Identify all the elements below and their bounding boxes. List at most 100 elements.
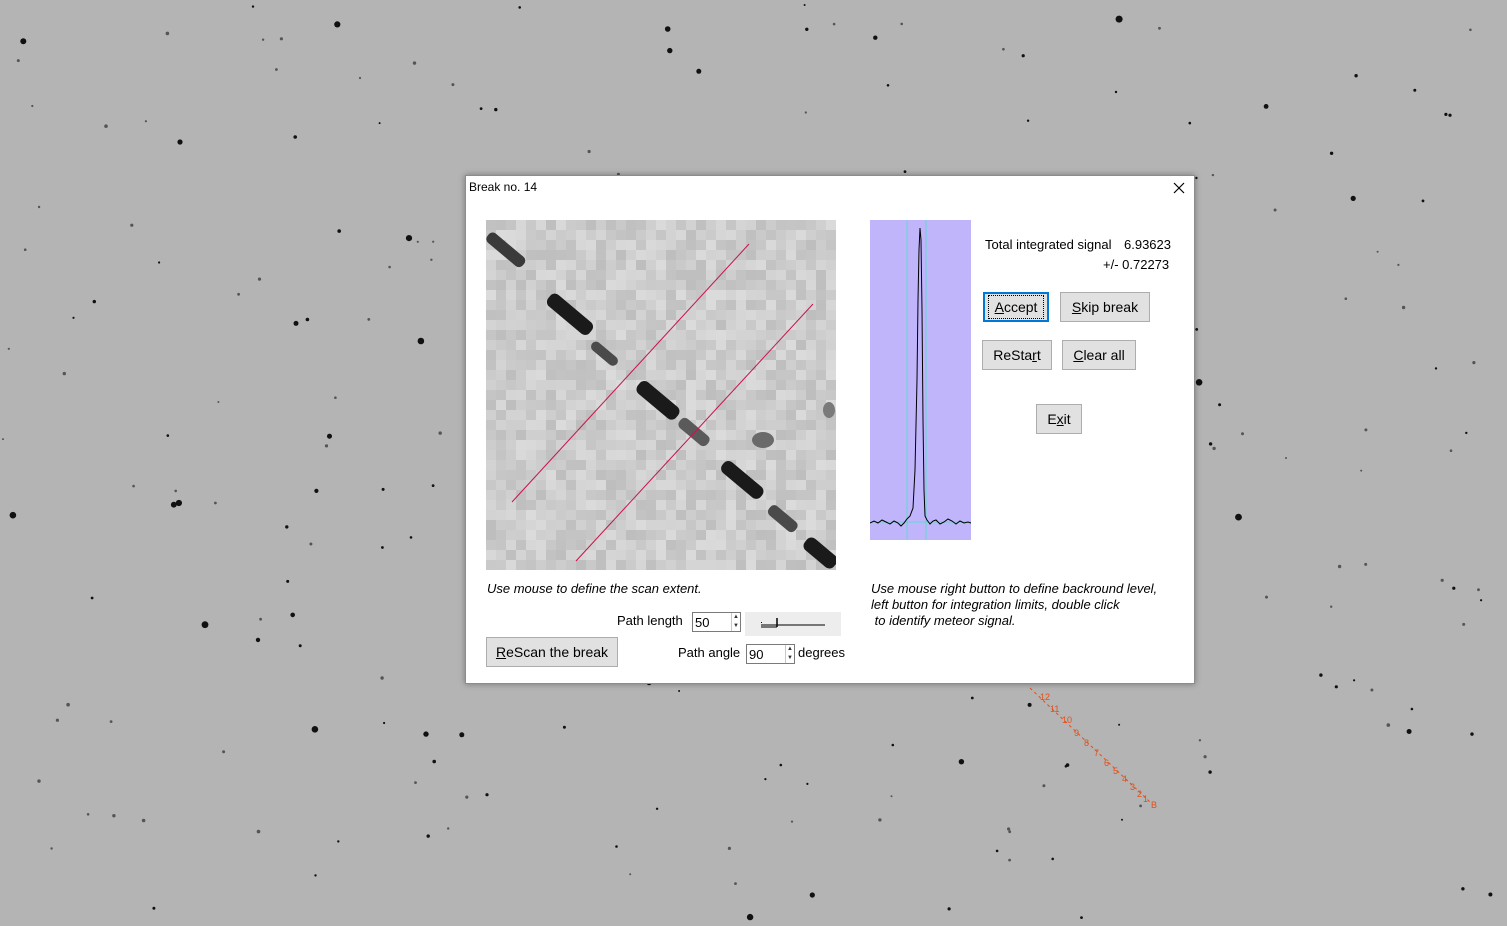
star <box>1212 446 1216 451</box>
star <box>1444 112 1448 116</box>
star <box>1344 297 1348 301</box>
star <box>286 579 290 583</box>
star <box>734 882 737 885</box>
star <box>298 644 302 648</box>
star <box>293 320 299 326</box>
star <box>1114 90 1118 94</box>
skip-break-button[interactable]: Skip break <box>1060 292 1150 322</box>
star <box>337 229 342 233</box>
star <box>494 107 498 112</box>
profile-hint-line-1: Use mouse right button to define backrou… <box>871 581 1158 596</box>
path-angle-label: Path angle <box>678 645 741 660</box>
track-label: 8 <box>1084 738 1089 748</box>
star <box>779 763 783 767</box>
star <box>459 732 465 738</box>
path-angle-spinner[interactable]: ▲ ▼ <box>746 644 795 664</box>
star <box>158 261 161 264</box>
signal-profile-canvas[interactable] <box>870 220 971 540</box>
star <box>112 814 116 818</box>
scan-hint-text: Use mouse to define the scan extent. <box>487 581 702 596</box>
exit-button[interactable]: Exit <box>1036 404 1082 434</box>
star <box>1008 858 1011 862</box>
scan-image[interactable] <box>486 220 836 570</box>
path-angle-input[interactable] <box>747 645 785 663</box>
star <box>251 5 255 8</box>
star <box>1413 88 1417 92</box>
spin-up-icon[interactable]: ▲ <box>786 645 794 654</box>
star <box>1410 707 1414 711</box>
star <box>947 907 951 911</box>
star <box>285 525 289 529</box>
star <box>805 27 809 31</box>
star <box>92 299 97 304</box>
spin-up-icon[interactable]: ▲ <box>732 613 740 622</box>
star <box>90 596 94 600</box>
star <box>1026 119 1030 122</box>
rescan-break-button[interactable]: ReScan the break <box>486 637 618 667</box>
star <box>518 6 521 9</box>
signal-error-value: +/- 0.72273 <box>1103 257 1170 272</box>
path-length-label: Path length <box>617 613 683 628</box>
star <box>109 720 113 723</box>
star <box>886 84 890 87</box>
signal-profile-plot[interactable] <box>870 220 971 540</box>
star <box>1360 469 1363 472</box>
path-length-slider[interactable] <box>745 612 841 636</box>
star <box>764 778 767 781</box>
scan-image-canvas[interactable] <box>486 220 836 570</box>
clear-all-button-label: Clear all <box>1073 347 1125 363</box>
star <box>237 292 241 296</box>
star <box>790 820 794 823</box>
star <box>409 536 413 539</box>
star <box>255 637 261 643</box>
star <box>1115 15 1123 23</box>
star <box>16 59 20 63</box>
star <box>20 38 27 45</box>
star <box>290 612 296 618</box>
star <box>152 906 156 910</box>
track-label: 9 <box>1074 728 1079 738</box>
star <box>430 258 433 261</box>
star <box>9 511 17 519</box>
star <box>337 840 340 843</box>
star <box>426 834 430 838</box>
star <box>803 4 806 6</box>
star <box>1027 702 1032 707</box>
star-blob <box>823 402 835 418</box>
star <box>1021 54 1025 58</box>
star <box>1421 199 1425 203</box>
title-bar[interactable]: Break no. 14 <box>466 176 1194 200</box>
slider-canvas <box>761 618 825 628</box>
star <box>1452 586 1456 590</box>
star <box>1376 250 1379 253</box>
star <box>305 317 310 322</box>
star <box>1211 173 1215 177</box>
restart-button[interactable]: ReStart <box>982 340 1052 370</box>
star <box>432 759 437 764</box>
star <box>324 444 329 448</box>
spin-down-icon[interactable]: ▼ <box>786 654 794 663</box>
close-button[interactable] <box>1164 176 1194 200</box>
star <box>1139 804 1142 808</box>
profile-hint-line-2: left button for integration limits, doub… <box>871 597 1120 612</box>
star <box>1265 595 1268 599</box>
star <box>1208 442 1213 446</box>
star <box>388 265 391 269</box>
star <box>174 489 177 493</box>
clear-all-button[interactable]: Clear all <box>1062 340 1136 370</box>
star <box>414 781 417 784</box>
star <box>1330 605 1333 608</box>
break-dialog: Break no. 14 Total integrated signal 6.9… <box>465 175 1195 684</box>
star <box>1469 28 1472 32</box>
star <box>678 690 681 692</box>
star <box>1472 361 1476 365</box>
star <box>1002 47 1005 51</box>
accept-button[interactable]: Accept <box>983 292 1049 322</box>
path-length-input[interactable] <box>693 613 731 631</box>
star <box>144 120 147 123</box>
star <box>1334 685 1338 689</box>
spin-down-icon[interactable]: ▼ <box>732 622 740 631</box>
path-length-spinner[interactable]: ▲ ▼ <box>692 612 741 632</box>
star <box>832 22 836 26</box>
star <box>86 813 90 816</box>
